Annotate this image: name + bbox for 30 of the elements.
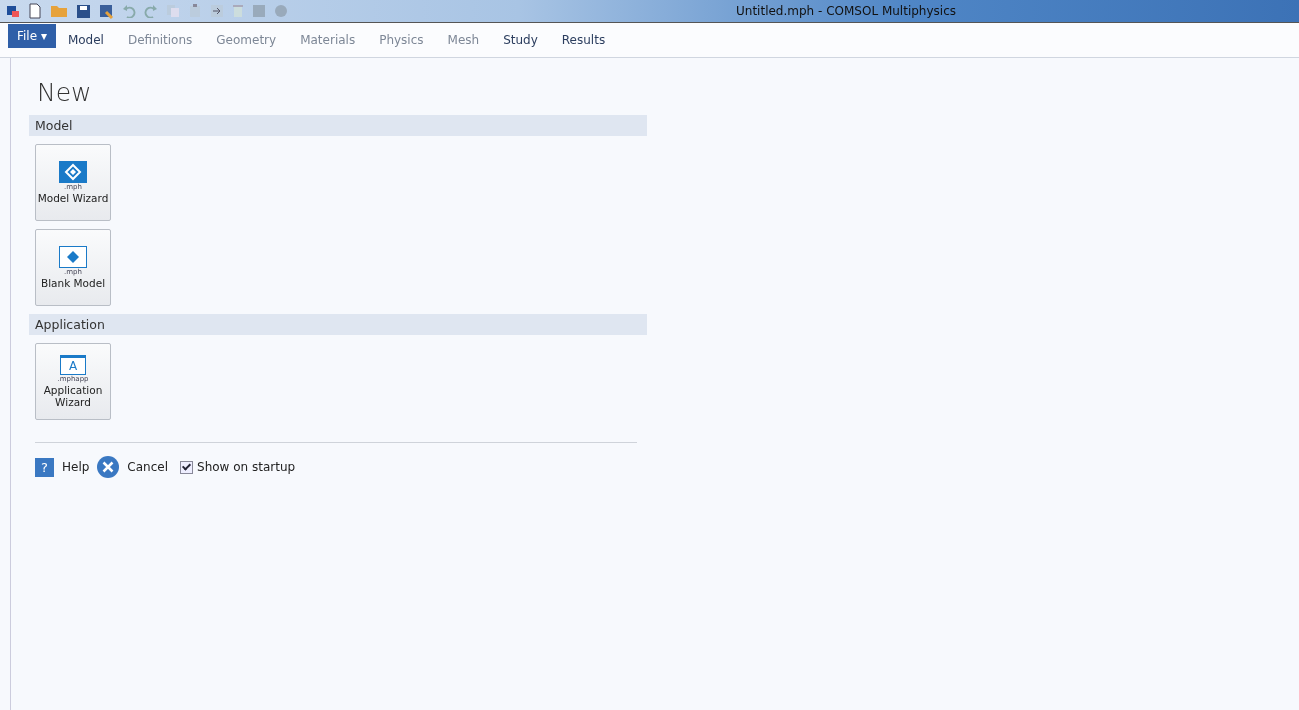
redo-icon[interactable] xyxy=(144,4,158,18)
ribbon-tab[interactable]: Study xyxy=(491,27,550,53)
undo-icon[interactable] xyxy=(122,4,136,18)
folder-icon[interactable] xyxy=(50,4,68,18)
ribbon-tab[interactable]: Model xyxy=(55,27,116,53)
section-header: Application xyxy=(29,314,647,335)
window-icon: A xyxy=(60,355,86,375)
save-as-icon[interactable] xyxy=(99,3,114,19)
page-title: New xyxy=(37,78,92,107)
circle-icon[interactable] xyxy=(274,4,288,18)
delete-icon[interactable] xyxy=(232,4,244,18)
cancel-link[interactable]: Cancel xyxy=(127,460,168,474)
ribbon-tab[interactable]: Results xyxy=(549,27,618,53)
copy-icon[interactable] xyxy=(166,4,180,18)
tile-label: Model Wizard xyxy=(37,192,109,204)
app-icon[interactable] xyxy=(6,4,20,18)
image-icon[interactable] xyxy=(252,4,266,18)
tile-label: Application Wizard xyxy=(42,384,104,408)
new-file-icon[interactable] xyxy=(28,3,42,19)
show-on-startup-checkbox[interactable]: Show on startup xyxy=(180,460,296,474)
close-icon[interactable] xyxy=(97,456,120,478)
save-icon[interactable] xyxy=(76,3,91,19)
section-header: Model xyxy=(29,115,647,136)
tile-label: Blank Model xyxy=(39,277,107,289)
help-icon[interactable]: ? xyxy=(35,457,54,477)
window-title: Untitled.mph - COMSOL Multiphysics xyxy=(736,4,956,18)
help-link[interactable]: Help xyxy=(62,460,90,474)
ribbon-tab[interactable]: File ▾ xyxy=(8,24,56,48)
paste-icon[interactable] xyxy=(188,4,202,18)
checkbox[interactable] xyxy=(180,460,193,474)
